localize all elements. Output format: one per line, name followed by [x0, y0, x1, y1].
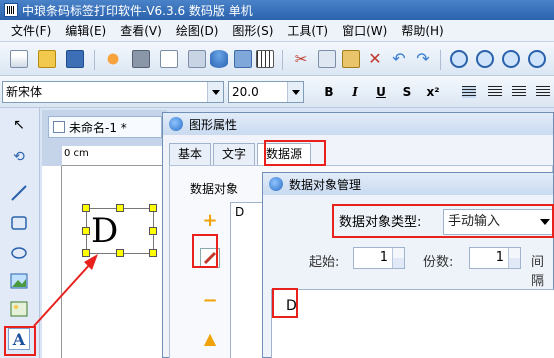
annotation-arrow — [33, 254, 98, 327]
